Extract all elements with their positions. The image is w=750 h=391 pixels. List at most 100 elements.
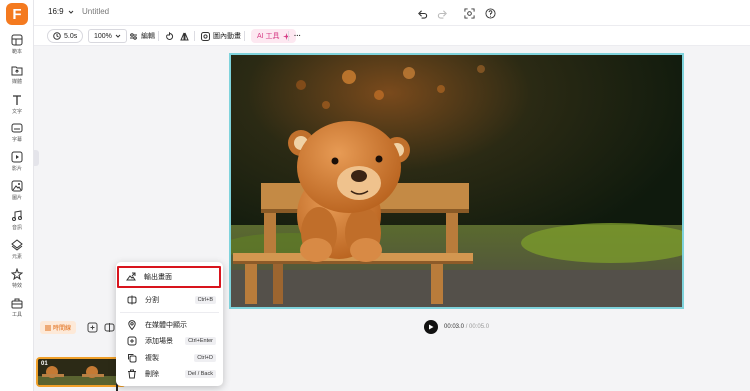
- edit-label: 編輯: [141, 33, 155, 40]
- duration-button[interactable]: 5.0s: [47, 29, 84, 43]
- animation-button[interactable]: 圖內動畫: [201, 29, 241, 43]
- sliders-icon: [130, 32, 137, 40]
- menu-item-label: 刪除: [145, 371, 159, 378]
- sidebar-item-label: 圖片: [11, 195, 22, 201]
- trash-icon: [128, 369, 136, 379]
- edit-button[interactable]: 編輯: [129, 29, 155, 43]
- screenshot-icon: [463, 7, 475, 19]
- sidebar-item-video[interactable]: 影片: [0, 151, 34, 177]
- document-title[interactable]: Untitled: [82, 7, 109, 16]
- undo-icon: [417, 9, 427, 19]
- sidebar-item-label: 元素: [11, 254, 22, 260]
- add-clip-icon[interactable]: [87, 322, 98, 333]
- menu-divider: [120, 312, 219, 313]
- flip-icon: [180, 32, 189, 40]
- help-icon: [484, 7, 496, 19]
- menu-item-shortcut: Ctrl+D: [194, 354, 216, 362]
- timeline-clip[interactable]: 01: [36, 357, 126, 387]
- menu-item-export-frame[interactable]: 輸出畫面: [117, 266, 221, 288]
- sidebar-item-media[interactable]: 媒體: [0, 64, 34, 90]
- sidebar-item-effects[interactable]: 特效: [0, 268, 34, 294]
- undo-button[interactable]: [415, 6, 429, 20]
- menu-item-duplicate[interactable]: 複製 Ctrl+D: [120, 350, 219, 366]
- zoom-dropdown[interactable]: 100%: [88, 29, 127, 43]
- sidebar-item-label: 字幕: [11, 137, 22, 143]
- location-pin-icon: [128, 320, 136, 330]
- menu-item-shortcut: Ctrl+Enter: [185, 337, 216, 345]
- music-icon: [12, 210, 22, 221]
- sidebar-item-label: 工具: [11, 312, 22, 318]
- ai-tools-label: AI 工具: [257, 33, 280, 40]
- help-button[interactable]: [483, 6, 497, 20]
- zoom-value: 100%: [94, 32, 112, 40]
- redo-button[interactable]: [435, 6, 449, 20]
- sidebar-item-label: 特效: [11, 283, 22, 289]
- elements-icon: [11, 239, 23, 251]
- sidebar-item-tools[interactable]: 工具: [0, 297, 34, 323]
- animation-label: 圖內動畫: [213, 33, 241, 40]
- menu-item-show-in-media[interactable]: 在媒體中顯示: [120, 317, 219, 333]
- chevron-down-icon: [115, 34, 121, 38]
- duplicate-icon: [128, 354, 137, 363]
- sidebar-item-label: 媒體: [11, 79, 22, 85]
- menu-item-label: 添加場景: [145, 338, 173, 345]
- toolbox-icon: [11, 298, 23, 309]
- top-bar: 16:9 Untitled: [34, 0, 750, 26]
- text-icon: [13, 95, 21, 105]
- timeline-icon: [45, 325, 51, 330]
- menu-item-split[interactable]: 分割 Ctrl+B: [120, 292, 219, 308]
- menu-item-add-scene[interactable]: 添加場景 Ctrl+Enter: [120, 333, 219, 349]
- snapshot-button[interactable]: [462, 6, 476, 20]
- chevron-down-icon: [68, 10, 73, 14]
- clip-context-menu: 輸出畫面 分割 Ctrl+B 在媒體中顯示 添加場景 Ctrl+Enter 複製…: [116, 262, 223, 386]
- toolbar-divider: [244, 31, 245, 41]
- effects-icon: [11, 268, 23, 280]
- menu-item-shortcut: Ctrl+B: [194, 296, 216, 304]
- video-icon: [11, 151, 23, 163]
- sidebar-item-text[interactable]: 文字: [0, 94, 34, 120]
- sidebar-item-image[interactable]: 圖片: [0, 180, 34, 206]
- image-icon: [11, 180, 23, 192]
- sidebar-item-label: 音訊: [11, 225, 22, 231]
- animation-icon: [201, 31, 210, 41]
- aspect-ratio-value: 16:9: [48, 7, 64, 16]
- toolbar-divider: [194, 31, 195, 41]
- clip-number: 01: [41, 361, 48, 367]
- panel-collapse-handle[interactable]: [34, 150, 39, 166]
- sidebar-item-elements[interactable]: 元素: [0, 239, 34, 265]
- more-label: ···: [294, 32, 301, 40]
- split-tool-icon[interactable]: [104, 322, 115, 333]
- toolbar-divider: [288, 31, 289, 41]
- menu-item-shortcut: Del / Back: [184, 370, 216, 378]
- aspect-ratio-dropdown[interactable]: 16:9: [48, 7, 74, 16]
- redo-icon: [437, 9, 447, 19]
- add-scene-icon: [127, 336, 137, 346]
- menu-item-delete[interactable]: 刪除 Del / Back: [120, 366, 219, 382]
- caption-icon: [11, 123, 23, 133]
- duration-value: 5.0s: [64, 32, 78, 40]
- sidebar-item-label: 文字: [11, 109, 22, 115]
- app-logo[interactable]: F: [6, 3, 28, 25]
- flip-button[interactable]: [180, 29, 189, 43]
- sidebar-item-caption[interactable]: 字幕: [0, 122, 34, 148]
- timeline-toggle-button[interactable]: 時間線: [40, 321, 77, 334]
- menu-item-label: 在媒體中顯示: [145, 322, 187, 329]
- canvas-image: [231, 55, 682, 307]
- clock-icon: [53, 32, 61, 40]
- menu-item-label: 輸出畫面: [144, 274, 172, 281]
- sidebar-item-audio[interactable]: 音訊: [0, 210, 34, 236]
- export-frame-icon: [126, 272, 136, 281]
- canvas-preview[interactable]: [229, 53, 684, 309]
- sidebar-item-template[interactable]: 範本: [0, 34, 34, 60]
- sidebar-item-label: 範本: [11, 49, 22, 55]
- template-icon: [11, 34, 23, 46]
- clip-thumbnail: [38, 359, 124, 385]
- edit-toolbar: 5.0s 100% 編輯 圖內動畫 AI 工具 ···: [34, 26, 750, 46]
- menu-item-label: 分割: [145, 297, 159, 304]
- rotate-button[interactable]: [165, 29, 174, 43]
- more-button[interactable]: ···: [294, 29, 301, 43]
- toolbar-divider: [158, 31, 159, 41]
- left-sidebar: F 範本 媒體 文字 字幕 影片 圖片 音訊 元素 特效 工具: [0, 0, 34, 391]
- menu-item-label: 複製: [145, 355, 159, 362]
- split-icon: [127, 295, 137, 305]
